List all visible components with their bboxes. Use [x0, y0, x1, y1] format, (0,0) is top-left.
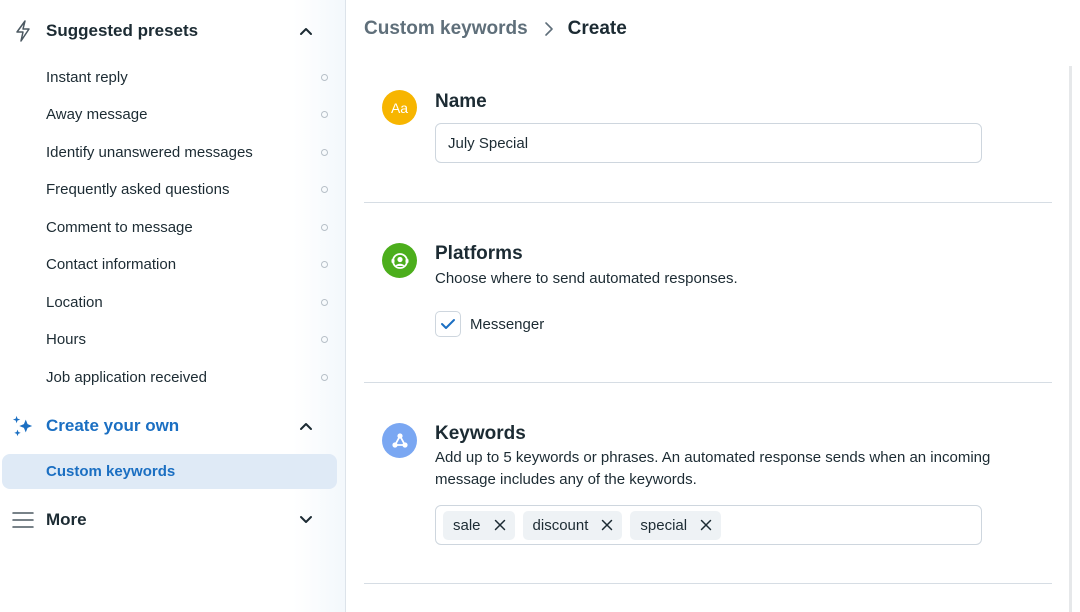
chevron-up-icon[interactable] — [298, 418, 314, 434]
lightning-icon — [12, 20, 34, 42]
status-dot-icon — [321, 223, 328, 231]
breadcrumb-parent-link[interactable]: Custom keywords — [364, 18, 528, 40]
scrollbar[interactable] — [1069, 66, 1072, 612]
sidebar-item-label: Contact information — [46, 256, 177, 273]
chevron-up-icon[interactable] — [298, 23, 314, 39]
sidebar-item-preset[interactable]: Contact information — [0, 248, 346, 282]
sidebar-item-label: Comment to message — [46, 218, 193, 236]
sparkle-icon — [12, 415, 34, 437]
status-dot-icon — [321, 373, 328, 381]
section-divider — [364, 382, 1052, 383]
sidebar-item-preset[interactable]: Hours — [0, 323, 346, 357]
messenger-checkbox[interactable] — [435, 311, 461, 337]
remove-tag-icon[interactable] — [600, 518, 614, 532]
platforms-description: Choose where to send automated responses… — [435, 270, 738, 287]
more-header[interactable]: More — [0, 500, 346, 540]
status-dot-icon — [321, 148, 328, 156]
name-input[interactable] — [435, 123, 982, 163]
platforms-title: Platforms — [435, 243, 523, 264]
name-title: Name — [435, 91, 487, 112]
platforms-section: Platforms Choose where to send automated… — [364, 240, 1052, 350]
sidebar-item-label: Custom keywords — [46, 463, 176, 480]
status-dot-icon — [321, 261, 328, 268]
create-your-own-label: Create your own — [46, 416, 180, 435]
sidebar-item-preset[interactable]: Instant reply — [0, 60, 346, 94]
status-dot-icon — [321, 186, 328, 193]
keywords-description: Add up to 5 keywords or phrases. An auto… — [435, 449, 991, 488]
sidebar: Suggested presets Instant reply Away mess… — [0, 0, 346, 612]
name-section: Aa Name — [364, 88, 1052, 188]
sidebar-item-preset[interactable]: Comment to message — [0, 210, 346, 244]
keywords-title: Keywords — [435, 423, 526, 444]
messenger-label[interactable]: Messenger — [470, 316, 544, 333]
section-divider — [364, 583, 1052, 584]
text-format-icon-label: Aa — [390, 99, 409, 116]
keywords-section: Keywords Add up to 5 keywords or phrases… — [364, 420, 1052, 550]
network-nodes-icon — [382, 423, 417, 458]
sidebar-item-custom-keywords[interactable]: Custom keywords — [2, 454, 337, 489]
chevron-right-icon — [544, 21, 554, 37]
sidebar-item-preset[interactable]: Job application received — [0, 360, 346, 394]
status-dot-icon — [321, 336, 328, 343]
keyword-tag: special — [630, 510, 722, 540]
suggested-presets-label: Suggested presets — [46, 21, 199, 40]
remove-tag-icon[interactable] — [699, 518, 713, 532]
sidebar-item-preset[interactable]: Location — [0, 285, 346, 319]
checkmark-icon — [441, 319, 455, 329]
chevron-down-icon[interactable] — [298, 512, 314, 528]
breadcrumb: Custom keywords Create — [364, 18, 627, 40]
sidebar-item-label: Away message — [46, 106, 148, 123]
keyword-tag-label: sale — [453, 516, 481, 534]
suggested-presets-header[interactable]: Suggested presets — [0, 11, 346, 51]
menu-icon — [12, 509, 34, 531]
sidebar-item-preset[interactable]: Identify unanswered messages — [0, 135, 346, 169]
sidebar-item-label: Frequently asked questions — [46, 181, 230, 198]
sidebar-item-label: Hours — [46, 331, 87, 348]
keyword-tag: sale — [443, 510, 515, 540]
remove-tag-icon[interactable] — [493, 518, 507, 532]
keyword-tag: discount — [522, 510, 623, 540]
breadcrumb-current: Create — [567, 18, 627, 39]
status-dot-icon — [321, 298, 328, 306]
status-dot-icon — [321, 111, 328, 118]
sidebar-item-label: Location — [46, 293, 103, 311]
create-your-own-header[interactable]: Create your own — [0, 406, 346, 446]
sidebar-item-label: Instant reply — [46, 68, 128, 86]
sidebar-item-preset[interactable]: Away message — [0, 98, 346, 132]
more-label: More — [46, 510, 87, 529]
sidebar-item-preset[interactable]: Frequently asked questions — [0, 173, 346, 207]
keyword-tag-label: special — [640, 516, 688, 534]
status-dot-icon — [321, 73, 328, 81]
text-format-icon: Aa — [382, 90, 417, 125]
sidebar-item-label: Identify unanswered messages — [46, 143, 253, 161]
section-divider — [364, 202, 1052, 203]
keyword-tag-label: discount — [532, 516, 589, 534]
support-agent-icon — [382, 243, 417, 278]
sidebar-item-label: Job application received — [46, 368, 207, 386]
keywords-input[interactable]: sale discount special — [435, 505, 982, 545]
